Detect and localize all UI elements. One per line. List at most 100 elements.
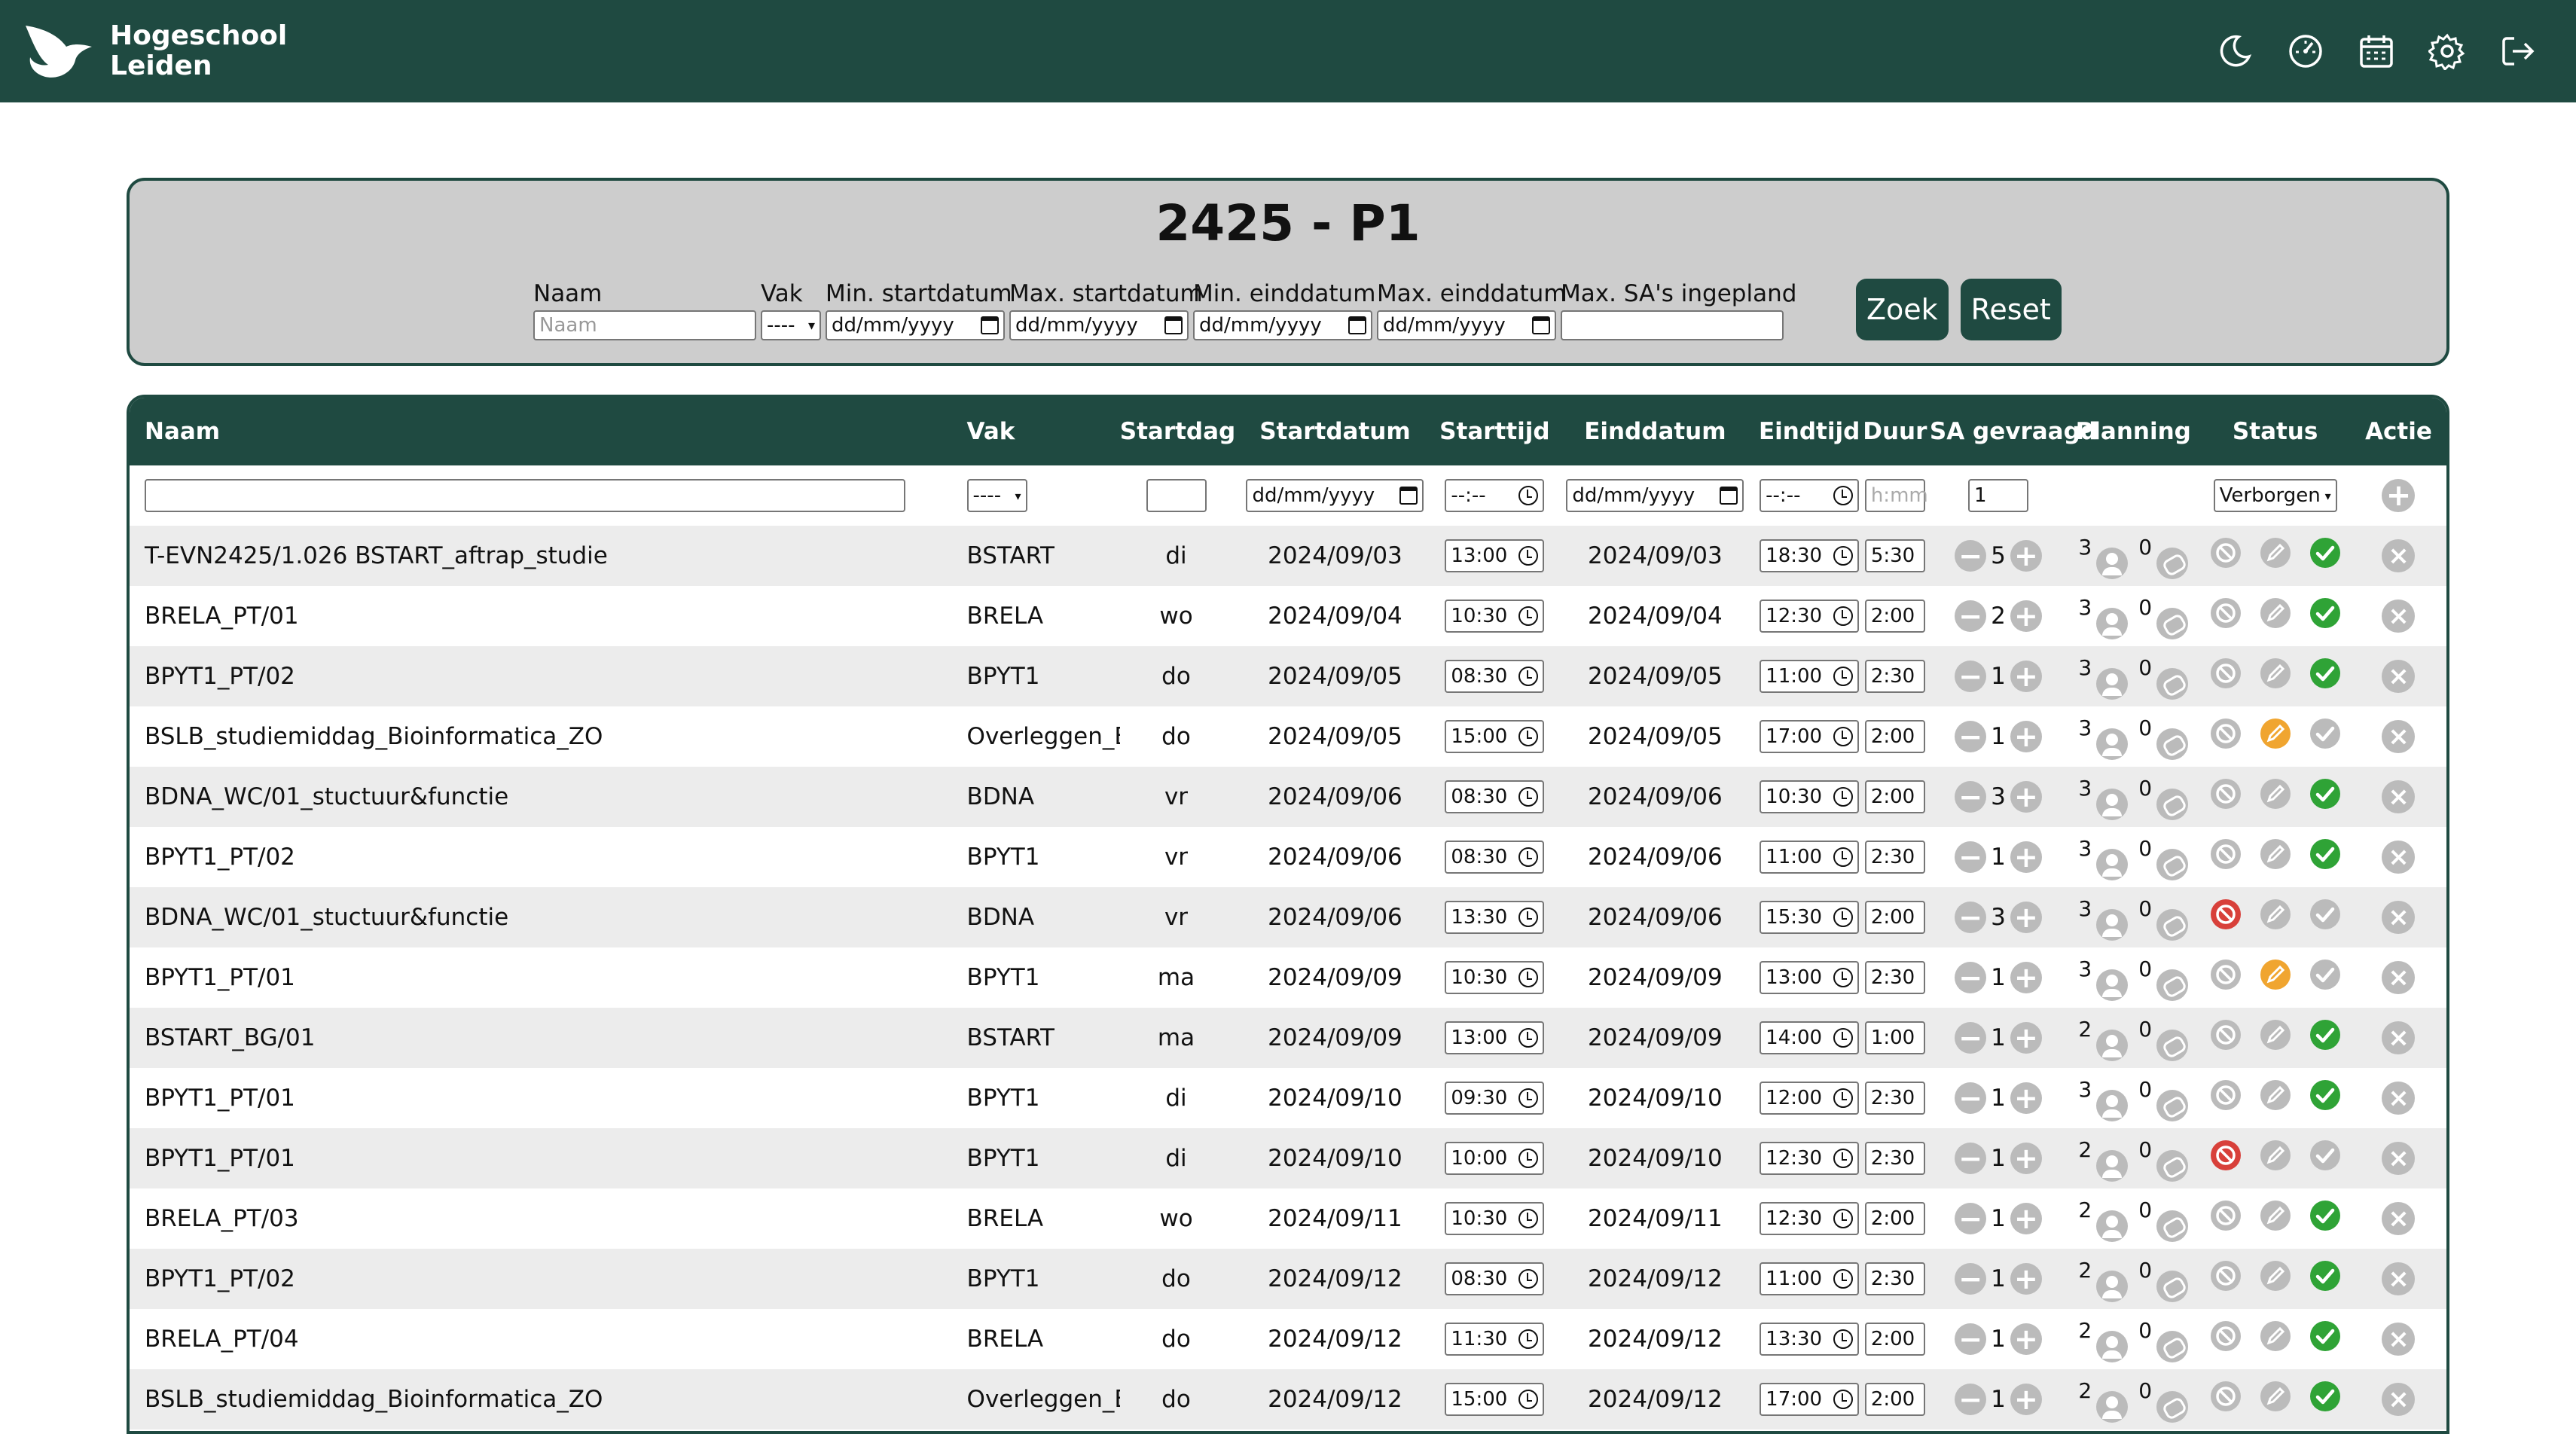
person-icon[interactable] — [2096, 728, 2129, 760]
decrement-button[interactable]: − — [1955, 1263, 1987, 1295]
increment-button[interactable]: + — [2010, 1263, 2042, 1295]
duur-input[interactable]: 2:30 — [1864, 1262, 1925, 1295]
moon-icon[interactable] — [2216, 32, 2254, 70]
delete-button[interactable]: × — [2382, 720, 2416, 753]
person-icon[interactable] — [2096, 1270, 2129, 1302]
increment-button[interactable]: + — [2010, 962, 2042, 993]
duur-input[interactable]: 2:00 — [1864, 1323, 1925, 1356]
clock-icon[interactable] — [1518, 727, 1539, 746]
col-duur[interactable]: Duur — [1860, 398, 1930, 465]
new-sa-input[interactable]: 1 — [1968, 479, 2029, 512]
decrement-button[interactable]: − — [1955, 1384, 1987, 1415]
person-icon[interactable] — [2096, 848, 2129, 880]
handshake-icon[interactable] — [2156, 848, 2189, 880]
delete-button[interactable]: × — [2382, 1202, 2416, 1235]
increment-button[interactable]: + — [2010, 781, 2042, 813]
pencil-icon[interactable] — [2259, 1320, 2292, 1353]
clock-icon[interactable] — [1833, 606, 1854, 626]
vak-filter-select[interactable]: ---- ▾ — [761, 310, 821, 340]
clock-icon[interactable] — [1518, 787, 1539, 807]
pencil-icon[interactable] — [2259, 717, 2292, 750]
pencil-icon[interactable] — [2259, 777, 2292, 810]
clock-icon[interactable] — [1518, 1269, 1539, 1289]
eindtijd-input[interactable]: 11:00 — [1760, 841, 1860, 874]
calendar-picker-icon[interactable] — [1532, 316, 1550, 334]
new-einddatum-input[interactable]: dd/mm/yyyy — [1566, 479, 1744, 512]
clock-icon[interactable] — [1518, 1329, 1539, 1349]
delete-button[interactable]: × — [2382, 1323, 2416, 1356]
new-eindtijd-input[interactable]: --:-- — [1760, 479, 1860, 512]
duur-input[interactable]: 2:00 — [1864, 901, 1925, 934]
col-status[interactable]: Status — [2199, 398, 2351, 465]
eindtijd-input[interactable]: 12:00 — [1760, 1082, 1860, 1115]
ban-icon[interactable] — [2209, 1259, 2242, 1292]
check-icon[interactable] — [2309, 1199, 2342, 1232]
naam-filter-input[interactable]: Naam — [533, 310, 756, 340]
duur-input[interactable]: 2:00 — [1864, 600, 1925, 633]
duur-input[interactable]: 2:30 — [1864, 660, 1925, 693]
check-icon[interactable] — [2309, 1018, 2342, 1051]
duur-input[interactable]: 2:00 — [1864, 1202, 1925, 1235]
handshake-icon[interactable] — [2156, 1210, 2189, 1242]
decrement-button[interactable]: − — [1955, 540, 1987, 572]
duur-input[interactable]: 2:30 — [1864, 961, 1925, 994]
logout-icon[interactable] — [2499, 32, 2537, 70]
handshake-icon[interactable] — [2156, 788, 2189, 820]
pencil-icon[interactable] — [2259, 838, 2292, 871]
max-sa-input[interactable] — [1561, 310, 1784, 340]
check-icon[interactable] — [2309, 958, 2342, 991]
new-status-select[interactable]: Verborgen ▾ — [2213, 479, 2337, 512]
col-eindtijd[interactable]: Eindtijd — [1759, 398, 1860, 465]
ban-icon[interactable] — [2209, 1139, 2242, 1172]
ban-icon[interactable] — [2209, 777, 2242, 810]
check-icon[interactable] — [2309, 717, 2342, 750]
pencil-icon[interactable] — [2259, 1199, 2292, 1232]
max-einddatum-input[interactable]: dd/mm/yyyy — [1377, 310, 1556, 340]
starttijd-input[interactable]: 08:30 — [1445, 780, 1545, 813]
clock-icon[interactable] — [1833, 1028, 1854, 1048]
delete-button[interactable]: × — [2382, 1383, 2416, 1416]
clock-icon[interactable] — [1833, 1088, 1854, 1108]
person-icon[interactable] — [2096, 547, 2129, 579]
handshake-icon[interactable] — [2156, 1089, 2189, 1121]
starttijd-input[interactable]: 11:30 — [1445, 1323, 1545, 1356]
starttijd-input[interactable]: 08:30 — [1445, 660, 1545, 693]
clock-icon[interactable] — [1518, 1209, 1539, 1228]
increment-button[interactable]: + — [2010, 1203, 2042, 1234]
eindtijd-input[interactable]: 18:30 — [1760, 539, 1860, 572]
starttijd-input[interactable]: 13:30 — [1445, 901, 1545, 934]
clock-icon[interactable] — [1518, 486, 1539, 505]
person-icon[interactable] — [2096, 1089, 2129, 1121]
person-icon[interactable] — [2096, 788, 2129, 820]
person-icon[interactable] — [2096, 1210, 2129, 1242]
handshake-icon[interactable] — [2156, 607, 2189, 639]
col-planning[interactable]: Planning — [2067, 398, 2199, 465]
check-icon[interactable] — [2309, 657, 2342, 690]
delete-button[interactable]: × — [2382, 1262, 2416, 1295]
person-icon[interactable] — [2096, 1390, 2129, 1423]
pencil-icon[interactable] — [2259, 1380, 2292, 1413]
eindtijd-input[interactable]: 17:00 — [1760, 1383, 1860, 1416]
starttijd-input[interactable]: 08:30 — [1445, 841, 1545, 874]
person-icon[interactable] — [2096, 667, 2129, 700]
clock-icon[interactable] — [1833, 968, 1854, 987]
ban-icon[interactable] — [2209, 1320, 2242, 1353]
check-icon[interactable] — [2309, 838, 2342, 871]
decrement-button[interactable]: − — [1955, 600, 1987, 632]
col-starttijd[interactable]: Starttijd — [1438, 398, 1552, 465]
delete-button[interactable]: × — [2382, 539, 2416, 572]
check-icon[interactable] — [2309, 777, 2342, 810]
eindtijd-input[interactable]: 17:00 — [1760, 720, 1860, 753]
handshake-icon[interactable] — [2156, 728, 2189, 760]
decrement-button[interactable]: − — [1955, 781, 1987, 813]
clock-icon[interactable] — [1518, 1390, 1539, 1409]
ban-icon[interactable] — [2209, 1199, 2242, 1232]
calendar-picker-icon[interactable] — [1720, 487, 1738, 505]
clock-icon[interactable] — [1833, 1390, 1854, 1409]
starttijd-input[interactable]: 15:00 — [1445, 720, 1545, 753]
eindtijd-input[interactable]: 10:30 — [1760, 780, 1860, 813]
col-startdag[interactable]: Startdag — [1120, 398, 1235, 465]
duur-input[interactable]: 2:30 — [1864, 1082, 1925, 1115]
handshake-icon[interactable] — [2156, 908, 2189, 941]
decrement-button[interactable]: − — [1955, 902, 1987, 933]
